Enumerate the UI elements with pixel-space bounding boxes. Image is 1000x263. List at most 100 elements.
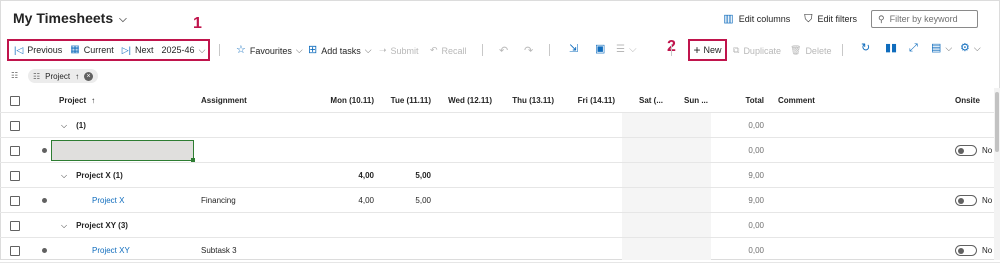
undo-button[interactable]: ↶: [499, 44, 508, 57]
column-header-assignment[interactable]: Assignment: [201, 88, 247, 113]
refresh-button[interactable]: ↻: [861, 43, 870, 54]
filter-keyword-input[interactable]: ⚲ Filter by keyword: [871, 10, 978, 28]
chevron-down-icon: ⌵: [295, 45, 303, 55]
column-header-fri[interactable]: Fri (14.11): [560, 88, 615, 113]
fill-icon: ⇲: [569, 43, 579, 55]
save-button[interactable]: ▣: [595, 44, 605, 55]
column-header-tue[interactable]: Tue (11.11): [370, 88, 431, 113]
columns-icon: ▥: [723, 12, 734, 25]
table-row[interactable]: 0,00 No: [0, 138, 1000, 163]
next-button[interactable]: ▷| Next: [122, 45, 154, 55]
group-header[interactable]: ⌵ Project XY (3): [61, 213, 128, 238]
add-tasks-icon: ⊞: [308, 44, 318, 56]
expand-button[interactable]: ⤢: [909, 43, 918, 54]
fill-handle[interactable]: [191, 158, 195, 162]
row-checkbox[interactable]: [10, 238, 20, 263]
bar-chart-icon: ▮▮: [885, 42, 898, 54]
page-title[interactable]: My Timesheets ⌵: [13, 10, 127, 26]
table-row[interactable]: Project X Financing 4,00 5,00 9,00 No: [0, 188, 1000, 213]
trash-icon: 🗑: [790, 45, 802, 55]
assignment-cell[interactable]: Financing: [201, 188, 236, 213]
view-menu-button[interactable]: ☰ ⌵: [616, 44, 637, 55]
duplicate-button[interactable]: ⧉ Duplicate: [733, 45, 781, 56]
chevron-down-icon: ⌵: [61, 120, 68, 130]
project-link[interactable]: Project XY: [92, 238, 130, 263]
column-header-sun[interactable]: Sun ...: [684, 88, 708, 113]
edit-columns-button[interactable]: ▥ Edit columns: [723, 12, 790, 25]
project-edit-cell[interactable]: [51, 140, 195, 162]
mon-cell[interactable]: 4,00: [310, 188, 374, 213]
duplicate-icon: ⧉: [733, 45, 740, 55]
toggle-switch[interactable]: [955, 245, 977, 256]
group-chip-project[interactable]: ☷ Project ↑ ×: [28, 69, 99, 83]
select-all-checkbox[interactable]: [10, 88, 20, 113]
column-header-total[interactable]: Total: [720, 88, 764, 113]
group-header[interactable]: ⌵ Project X (1): [61, 163, 123, 188]
table-row[interactable]: ⌵ Project XY (3) 0,00: [0, 213, 1000, 238]
group-header[interactable]: ⌵ (1): [61, 113, 86, 138]
total-cell: 9,00: [748, 196, 764, 205]
period-select[interactable]: 2025-46 ⌵: [162, 45, 206, 56]
plus-icon: +: [693, 43, 701, 57]
table-row[interactable]: Project XY Subtask 3 0,00 No: [0, 238, 1000, 263]
total-cell: 0,00: [748, 146, 764, 155]
current-button[interactable]: ▦ Current: [70, 45, 113, 56]
group-by-icon[interactable]: ☷: [11, 71, 18, 80]
table-row[interactable]: ⌵ Project X (1) 4,00 5,00 9,00: [0, 163, 1000, 188]
row-checkbox[interactable]: [10, 113, 20, 138]
toggle-switch[interactable]: [955, 145, 977, 156]
column-header-project[interactable]: Project ↑: [59, 88, 95, 113]
edit-filters-label: Edit filters: [817, 14, 857, 24]
group-label: Project XY (3): [76, 221, 128, 230]
toolbar-divider: [482, 44, 483, 56]
new-button[interactable]: + New: [688, 39, 727, 61]
onsite-toggle[interactable]: No: [955, 238, 992, 263]
row-checkbox[interactable]: [10, 188, 20, 213]
tue-cell: 5,00: [415, 171, 431, 180]
toolbar-divider: [671, 44, 672, 56]
column-header-onsite[interactable]: Onsite: [955, 88, 980, 113]
column-header-comment[interactable]: Comment: [778, 88, 815, 113]
chart-button[interactable]: ▮▮: [885, 43, 897, 54]
toolbar-divider: [549, 44, 550, 56]
redo-icon: ↷: [524, 45, 534, 57]
remove-group-icon[interactable]: ×: [84, 71, 94, 81]
table-row[interactable]: ⌵ (1) 0,00: [0, 113, 1000, 138]
excel-export-button[interactable]: ▤ ⌵: [931, 43, 952, 54]
refresh-icon: ↻: [861, 42, 871, 54]
row-checkbox[interactable]: [10, 163, 20, 188]
add-tasks-button[interactable]: ⊞ Add tasks ⌵: [308, 45, 372, 56]
chevron-down-icon: ⌵: [198, 44, 206, 55]
tue-cell[interactable]: 5,00: [370, 188, 431, 213]
previous-button[interactable]: |◁ Previous: [14, 45, 62, 55]
onsite-toggle[interactable]: No: [955, 188, 992, 213]
column-header-wed[interactable]: Wed (12.11): [430, 88, 492, 113]
annotation-1: 1: [193, 15, 202, 32]
column-header-sat[interactable]: Sat (...: [639, 88, 663, 113]
fill-button[interactable]: ⇲: [569, 44, 578, 55]
search-icon: ⚲: [878, 13, 885, 24]
assignment-cell[interactable]: Subtask 3: [201, 238, 237, 263]
scrollbar-thumb[interactable]: [995, 92, 999, 152]
edit-filters-button[interactable]: ⛉ Edit filters: [804, 13, 857, 25]
filter-placeholder: Filter by keyword: [889, 14, 958, 24]
chevron-down-icon: ⌵: [364, 45, 372, 55]
submit-button[interactable]: ➝ Submit: [379, 45, 419, 56]
delete-button[interactable]: 🗑 Delete: [790, 45, 831, 56]
toggle-switch[interactable]: [955, 195, 977, 206]
undo-icon: ↶: [499, 45, 509, 57]
project-link[interactable]: Project X: [92, 188, 124, 213]
settings-button[interactable]: ⚙ ⌵: [960, 43, 981, 54]
favourites-button[interactable]: ☆ Favourites ⌵: [236, 45, 303, 56]
group-label: (1): [76, 121, 86, 130]
vertical-scrollbar[interactable]: [994, 88, 1000, 260]
row-checkbox[interactable]: [10, 213, 20, 238]
column-header-thu[interactable]: Thu (13.11): [495, 88, 554, 113]
recall-button[interactable]: ↶ Recall: [430, 45, 467, 56]
onsite-toggle[interactable]: No: [955, 138, 992, 163]
redo-button[interactable]: ↷: [524, 44, 533, 57]
column-header-mon[interactable]: Mon (10.11): [310, 88, 374, 113]
save-icon: ▣: [595, 43, 606, 55]
row-checkbox[interactable]: [10, 138, 20, 163]
row-status-dot: [42, 238, 47, 263]
